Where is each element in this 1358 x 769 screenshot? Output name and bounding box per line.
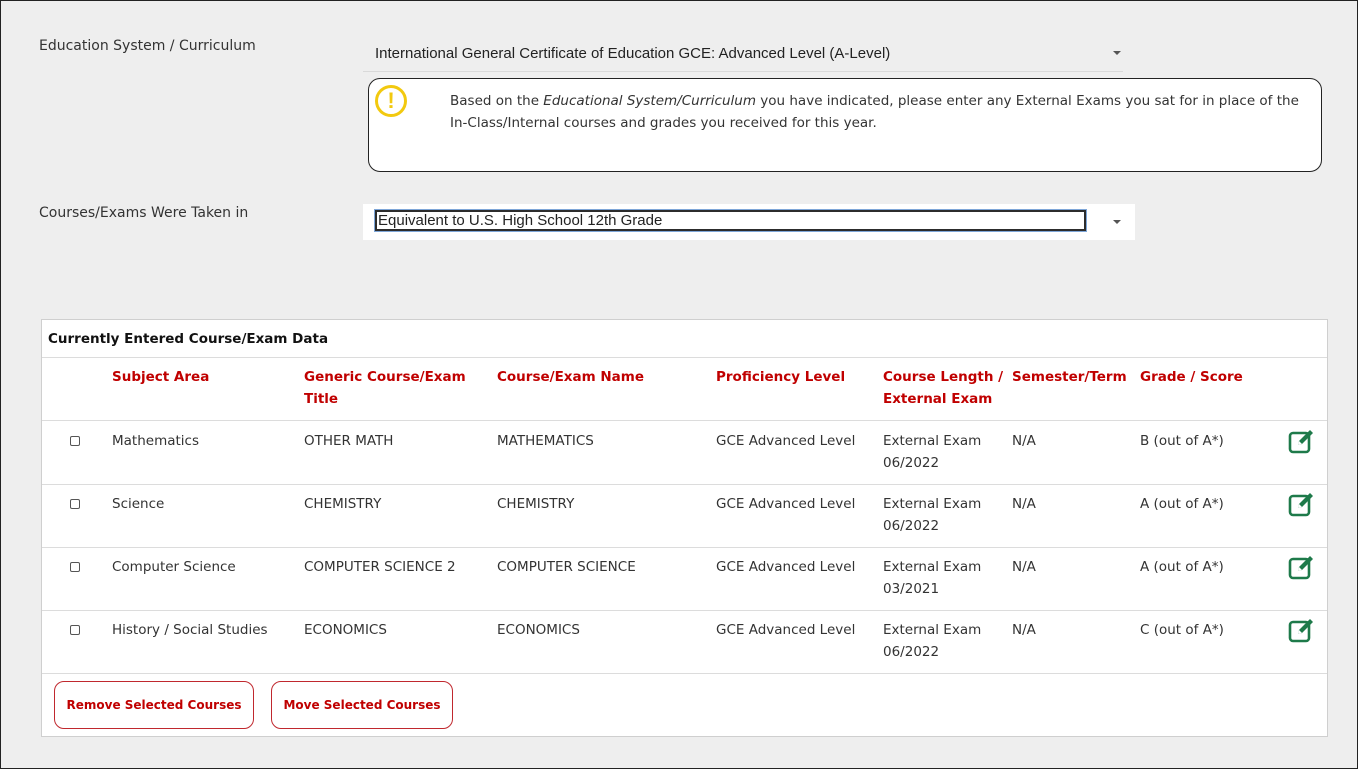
curriculum-selected-value: International General Certificate of Edu… bbox=[375, 45, 891, 62]
move-selected-courses-button[interactable]: Move Selected Courses bbox=[271, 681, 453, 729]
cell-generic: OTHER MATH bbox=[304, 433, 394, 449]
cell-length: External Exam bbox=[883, 559, 982, 575]
cell-date: 06/2022 bbox=[883, 518, 940, 534]
cell-date: 06/2022 bbox=[883, 455, 940, 471]
page: Education System / Curriculum Internatio… bbox=[0, 0, 1358, 769]
table-row: Computer Science COMPUTER SCIENCE 2 COMPUT… bbox=[42, 547, 1327, 610]
cell-subject: Mathematics bbox=[112, 433, 199, 449]
taken-in-label: Courses/Exams Were Taken in bbox=[39, 205, 249, 221]
col-header-name: Course/Exam Name bbox=[497, 369, 645, 385]
cell-generic: ECONOMICS bbox=[304, 622, 387, 638]
edit-icon[interactable] bbox=[1288, 617, 1316, 643]
cell-grade: C (out of A*) bbox=[1140, 622, 1224, 638]
cell-grade: A (out of A*) bbox=[1140, 496, 1224, 512]
col-header-term: Semester/Term bbox=[1012, 369, 1127, 385]
cell-length: External Exam bbox=[883, 622, 982, 638]
curriculum-select[interactable]: International General Certificate of Edu… bbox=[363, 37, 1123, 72]
cell-term: N/A bbox=[1012, 559, 1036, 575]
taken-in-selected-value: Equivalent to U.S. High School 12th Grad… bbox=[374, 209, 1087, 232]
cell-generic: COMPUTER SCIENCE 2 bbox=[304, 559, 456, 575]
notice-box: ! Based on the Educational System/Curric… bbox=[368, 78, 1322, 172]
cell-date: 06/2022 bbox=[883, 644, 940, 660]
cell-generic: CHEMISTRY bbox=[304, 496, 382, 512]
edit-icon[interactable] bbox=[1288, 554, 1316, 580]
chevron-down-icon bbox=[1113, 51, 1121, 55]
cell-length: External Exam bbox=[883, 433, 982, 449]
cell-term: N/A bbox=[1012, 433, 1036, 449]
cell-level: GCE Advanced Level bbox=[716, 433, 856, 449]
course-data-panel: Currently Entered Course/Exam Data Subje… bbox=[41, 319, 1328, 737]
table-row: History / Social Studies ECONOMICS ECONOMI… bbox=[42, 610, 1327, 673]
notice-text: Based on the Educational System/Curricul… bbox=[450, 93, 1299, 131]
curriculum-label: Education System / Curriculum bbox=[39, 38, 256, 54]
cell-subject: History / Social Studies bbox=[112, 622, 268, 638]
col-header-grade: Grade / Score bbox=[1140, 369, 1243, 385]
edit-icon[interactable] bbox=[1288, 491, 1316, 517]
row-select-checkbox[interactable] bbox=[70, 562, 80, 572]
cell-grade: A (out of A*) bbox=[1140, 559, 1224, 575]
chevron-down-icon bbox=[1113, 220, 1121, 224]
col-header-level: Proficiency Level bbox=[716, 369, 846, 385]
cell-name: ECONOMICS bbox=[497, 622, 580, 638]
cell-level: GCE Advanced Level bbox=[716, 622, 856, 638]
cell-name: CHEMISTRY bbox=[497, 496, 575, 512]
col-header-generic: Generic Course/Exam Title bbox=[304, 369, 466, 407]
cell-subject: Science bbox=[112, 496, 165, 512]
table-row: Science CHEMISTRY CHEMISTRY GCE Advanced Le… bbox=[42, 484, 1327, 547]
remove-selected-courses-button[interactable]: Remove Selected Courses bbox=[54, 681, 254, 729]
cell-grade: B (out of A*) bbox=[1140, 433, 1224, 449]
table-row: Mathematics OTHER MATH MATHEMATICS GCE Adva… bbox=[42, 421, 1327, 484]
cell-subject: Computer Science bbox=[112, 559, 236, 575]
col-header-subject: Subject Area bbox=[112, 369, 210, 385]
cell-term: N/A bbox=[1012, 496, 1036, 512]
edit-icon[interactable] bbox=[1288, 428, 1316, 454]
cell-level: GCE Advanced Level bbox=[716, 559, 856, 575]
row-select-checkbox[interactable] bbox=[70, 625, 80, 635]
divider bbox=[42, 673, 1327, 674]
cell-length: External Exam bbox=[883, 496, 982, 512]
divider bbox=[42, 357, 1327, 358]
cell-term: N/A bbox=[1012, 622, 1036, 638]
cell-level: GCE Advanced Level bbox=[716, 496, 856, 512]
exclamation-circle-icon: ! bbox=[375, 85, 407, 117]
panel-title: Currently Entered Course/Exam Data bbox=[48, 331, 329, 347]
cell-name: COMPUTER SCIENCE bbox=[497, 559, 636, 575]
row-select-checkbox[interactable] bbox=[70, 499, 80, 509]
cell-date: 03/2021 bbox=[883, 581, 940, 597]
col-header-length: Course Length / External Exam bbox=[883, 369, 1004, 407]
row-select-checkbox[interactable] bbox=[70, 436, 80, 446]
cell-name: MATHEMATICS bbox=[497, 433, 594, 449]
taken-in-select[interactable]: Equivalent to U.S. High School 12th Grad… bbox=[363, 204, 1135, 240]
